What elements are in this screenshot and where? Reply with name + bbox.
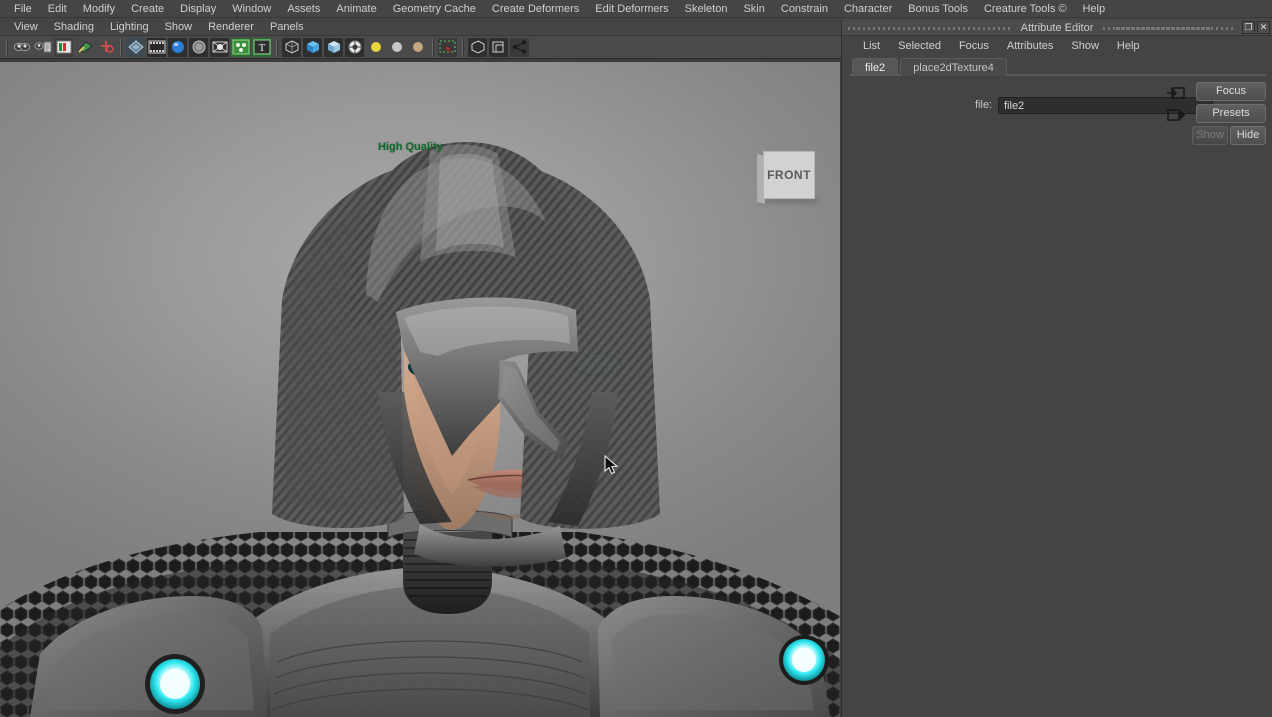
menu-item-creature-tools[interactable]: Creature Tools © [976, 0, 1075, 18]
tab-place2dtexture4[interactable]: place2dTexture4 [900, 58, 1007, 76]
toolbar-separator [4, 38, 9, 56]
panel-menu-item-shading[interactable]: Shading [46, 18, 102, 36]
xray-icon[interactable] [210, 37, 229, 57]
connect-icon[interactable] [510, 37, 529, 57]
light-grey-icon[interactable] [387, 37, 406, 57]
textured-cube-icon[interactable] [324, 37, 343, 57]
hypershade-icon[interactable] [189, 37, 208, 57]
attribute-editor-titlebar: Attribute Editor ❐ ✕ [842, 20, 1272, 36]
marquee-select-icon[interactable] [438, 37, 457, 57]
mouse-cursor [604, 455, 619, 475]
focus-button[interactable]: Focus [1196, 82, 1266, 101]
attribute-editor-title: Attribute Editor [1012, 21, 1102, 34]
menu-item-modify[interactable]: Modify [75, 0, 123, 18]
light-tan-icon[interactable] [408, 37, 427, 57]
titlebar-grip-right [1116, 27, 1236, 30]
menu-item-window[interactable]: Window [224, 0, 279, 18]
menu-item-skin[interactable]: Skin [735, 0, 772, 18]
menu-item-edit[interactable]: Edit [40, 0, 75, 18]
menu-item-geometry-cache[interactable]: Geometry Cache [385, 0, 484, 18]
menu-item-constrain[interactable]: Constrain [773, 0, 836, 18]
menu-item-file[interactable]: File [6, 0, 40, 18]
snap-to-grid-icon[interactable] [96, 37, 115, 57]
input-connection-icon[interactable] [1166, 86, 1186, 101]
menu-item-help[interactable]: Help [1074, 0, 1113, 18]
attribute-editor-menu: List Selected Focus Attributes Show Help [842, 36, 1272, 56]
character-render [0, 142, 840, 717]
ae-menu-item-list[interactable]: List [854, 40, 889, 52]
toolbar-separator [274, 38, 279, 56]
node-header-area: file: file2 Focus Presets Show Hide [842, 76, 1272, 145]
toolbar-separator [460, 38, 465, 56]
menu-item-create-deformers[interactable]: Create Deformers [484, 0, 587, 18]
menu-item-assets[interactable]: Assets [279, 0, 328, 18]
film-gate-icon[interactable] [147, 37, 166, 57]
node-tab-strip: file2 place2dTexture4 [842, 56, 1272, 76]
menu-item-animate[interactable]: Animate [328, 0, 384, 18]
cube-front-face[interactable]: FRONT [763, 151, 815, 199]
ae-menu-item-focus[interactable]: Focus [950, 40, 998, 52]
light-yellow-icon[interactable] [366, 37, 385, 57]
menu-item-create[interactable]: Create [123, 0, 172, 18]
shaded-cube-icon[interactable] [303, 37, 322, 57]
ae-menu-item-help[interactable]: Help [1108, 40, 1149, 52]
attribute-editor-panel: Attribute Editor ❐ ✕ List Selected Focus At… [841, 20, 1272, 717]
restore-window-button[interactable]: ❐ [1242, 21, 1255, 34]
tab-file2[interactable]: file2 [852, 58, 899, 76]
paint-selection-icon[interactable] [75, 37, 94, 57]
maya-application-window: File Edit Modify Create Display Window Assets A… [0, 0, 1272, 717]
panel-menu-item-lighting[interactable]: Lighting [102, 18, 157, 36]
main-menu-bar: File Edit Modify Create Display Window Assets A… [0, 0, 1272, 18]
window-controls: ❐ ✕ [1242, 21, 1270, 34]
toolbar-separator [118, 38, 123, 56]
menu-item-bonus-tools[interactable]: Bonus Tools [900, 0, 976, 18]
svg-text:T: T [258, 42, 265, 54]
panel-menu-item-show[interactable]: Show [157, 18, 201, 36]
menu-item-skeleton[interactable]: Skeleton [677, 0, 736, 18]
smooth-shade-ball-icon[interactable] [345, 37, 364, 57]
wireframe-cube-icon[interactable] [282, 37, 301, 57]
panel-menu-item-view[interactable]: View [6, 18, 46, 36]
panel-menu-item-renderer[interactable]: Renderer [200, 18, 262, 36]
menu-item-display[interactable]: Display [172, 0, 224, 18]
uv-editor-icon[interactable] [231, 37, 250, 57]
presets-button[interactable]: Presets [1196, 104, 1266, 123]
text-tool-icon[interactable]: T [252, 37, 271, 57]
show-button[interactable]: Show [1192, 126, 1228, 145]
viewport-quality-label: High Quality [378, 141, 443, 153]
smooth-shade-icon[interactable] [126, 37, 145, 57]
ae-menu-item-attributes[interactable]: Attributes [998, 40, 1062, 52]
ae-menu-item-show[interactable]: Show [1062, 40, 1108, 52]
hide-button[interactable]: Hide [1230, 126, 1266, 145]
toolbar-separator [430, 38, 435, 56]
persp-viewport[interactable]: High Quality persp FRONT y x z [0, 62, 840, 717]
menu-item-character[interactable]: Character [836, 0, 900, 18]
select-by-object-icon[interactable] [33, 37, 52, 57]
menu-item-edit-deformers[interactable]: Edit Deformers [587, 0, 676, 18]
output-connection-icon[interactable] [1166, 108, 1186, 123]
duplicate-icon[interactable] [489, 37, 508, 57]
ae-menu-item-selected[interactable]: Selected [889, 40, 950, 52]
panel-menu-item-panels[interactable]: Panels [262, 18, 312, 36]
view-orientation-cube[interactable]: FRONT [755, 147, 817, 204]
select-by-hierarchy-icon[interactable] [12, 37, 31, 57]
close-window-button[interactable]: ✕ [1257, 21, 1270, 34]
render-globals-icon[interactable] [168, 37, 187, 57]
select-by-component-icon[interactable] [54, 37, 73, 57]
node-field-label: file: [975, 99, 993, 111]
box-icon[interactable] [468, 37, 487, 57]
